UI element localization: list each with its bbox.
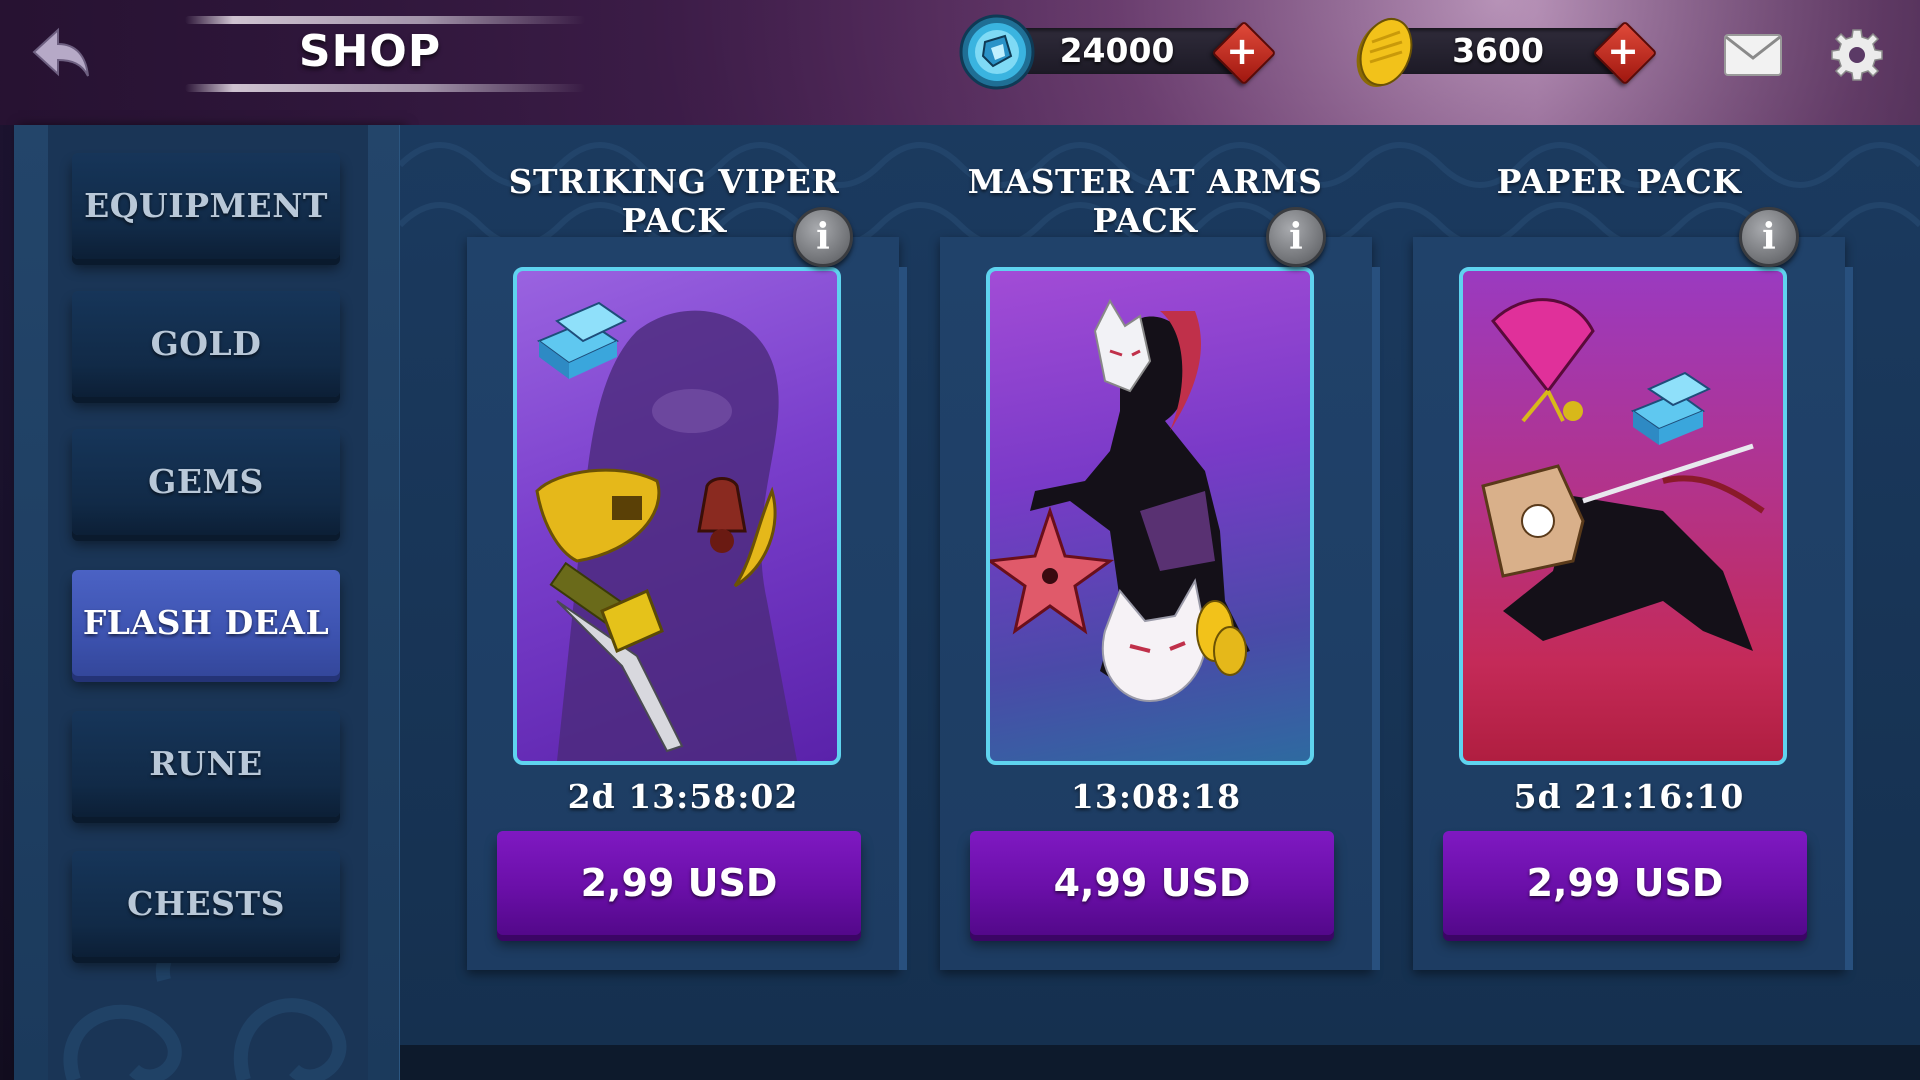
pack-card-striking-viper: i 2d 13:58:02 2,99 USD: [467, 207, 907, 970]
buy-button[interactable]: 2,99 USD: [1443, 831, 1807, 935]
sidebar-item-equipment[interactable]: EQUIPMENT: [72, 153, 340, 259]
top-bar: SHOP 24000 + 3600 +: [0, 0, 1920, 125]
fan-icon: [1490, 298, 1595, 423]
page-title: SHOP: [298, 26, 442, 77]
gold-balance: 3600 +: [1338, 18, 1668, 87]
shop-title-banner: SHOP: [185, 14, 585, 94]
gear-icon: [1831, 29, 1883, 81]
pack-title: PAPER PACK: [1496, 162, 1742, 201]
brush-stroke-top: [185, 16, 585, 24]
deal-timer: 2d 13:58:02: [567, 777, 799, 816]
sidebar-item-label: GEMS: [148, 462, 264, 501]
buy-button[interactable]: 2,99 USD: [497, 831, 861, 935]
price-label: 2,99 USD: [580, 861, 778, 905]
pack-art-striking-viper[interactable]: [513, 267, 841, 765]
mail-icon: [1724, 34, 1782, 76]
shuriken-icon: [990, 506, 1115, 635]
sidebar-item-gold[interactable]: GOLD: [72, 291, 340, 397]
info-icon: i: [1762, 216, 1776, 258]
gold-coin-pile-icon: [1196, 600, 1247, 676]
plus-icon: +: [1607, 29, 1639, 73]
sidebar-item-label: RUNE: [149, 744, 263, 783]
info-button[interactable]: i: [1266, 207, 1326, 267]
back-button[interactable]: [28, 22, 94, 82]
deal-timer: 5d 21:16:10: [1513, 777, 1745, 816]
sidebar-item-gems[interactable]: GEMS: [72, 429, 340, 535]
card-edge: [899, 267, 907, 970]
pack-card-paper: i 5d 21:16:10 2,99 USD: [1413, 207, 1853, 970]
add-gems-button[interactable]: +: [1211, 20, 1277, 86]
deal-timer: 13:08:18: [1070, 777, 1242, 816]
gem-stack-icon: [536, 301, 627, 379]
paper-pack-illustration: [1481, 298, 1765, 651]
info-icon: i: [1289, 216, 1303, 258]
card-edge: [1845, 267, 1853, 970]
info-button[interactable]: i: [793, 207, 853, 267]
sidebar-item-chests[interactable]: CHESTS: [72, 851, 340, 957]
striking-viper-illustration: [535, 301, 797, 761]
gem-balance-value: 24000: [1059, 31, 1175, 70]
bottom-strip: [400, 1045, 1920, 1080]
mail-button[interactable]: [1724, 34, 1782, 76]
gem-stack-icon: [1630, 371, 1712, 445]
info-icon: i: [816, 216, 830, 258]
buy-button[interactable]: 4,99 USD: [970, 831, 1334, 935]
gem-balance: 24000 +: [957, 14, 1287, 90]
card-edge: [1372, 267, 1380, 970]
sidebar-item-rune[interactable]: RUNE: [72, 711, 340, 817]
pack-art-paper[interactable]: [1459, 267, 1787, 765]
back-arrow-icon: [32, 27, 89, 77]
sidebar-item-label: GOLD: [150, 324, 262, 363]
price-label: 2,99 USD: [1526, 861, 1724, 905]
pack-card-master-at-arms: i 13:08:18 4,99 USD: [940, 207, 1380, 970]
gem-currency-icon: [959, 14, 1035, 90]
sidebar-item-label: EQUIPMENT: [84, 186, 328, 225]
settings-button[interactable]: [1830, 28, 1884, 82]
paper-ninja-icon: [1481, 443, 1765, 651]
sidebar-item-label: FLASH DEAL: [82, 603, 330, 642]
gold-balance-value: 3600: [1452, 31, 1544, 70]
pack-art-master-at-arms[interactable]: [986, 267, 1314, 765]
plus-icon: +: [1226, 29, 1258, 73]
sidebar-item-label: CHESTS: [127, 884, 285, 923]
price-label: 4,99 USD: [1053, 861, 1251, 905]
info-button[interactable]: i: [1739, 207, 1799, 267]
add-gold-button[interactable]: +: [1592, 20, 1658, 86]
brush-stroke-bottom: [185, 84, 585, 92]
master-at-arms-illustration: [990, 298, 1250, 703]
sidebar-item-flash-deal[interactable]: FLASH DEAL: [72, 570, 340, 676]
